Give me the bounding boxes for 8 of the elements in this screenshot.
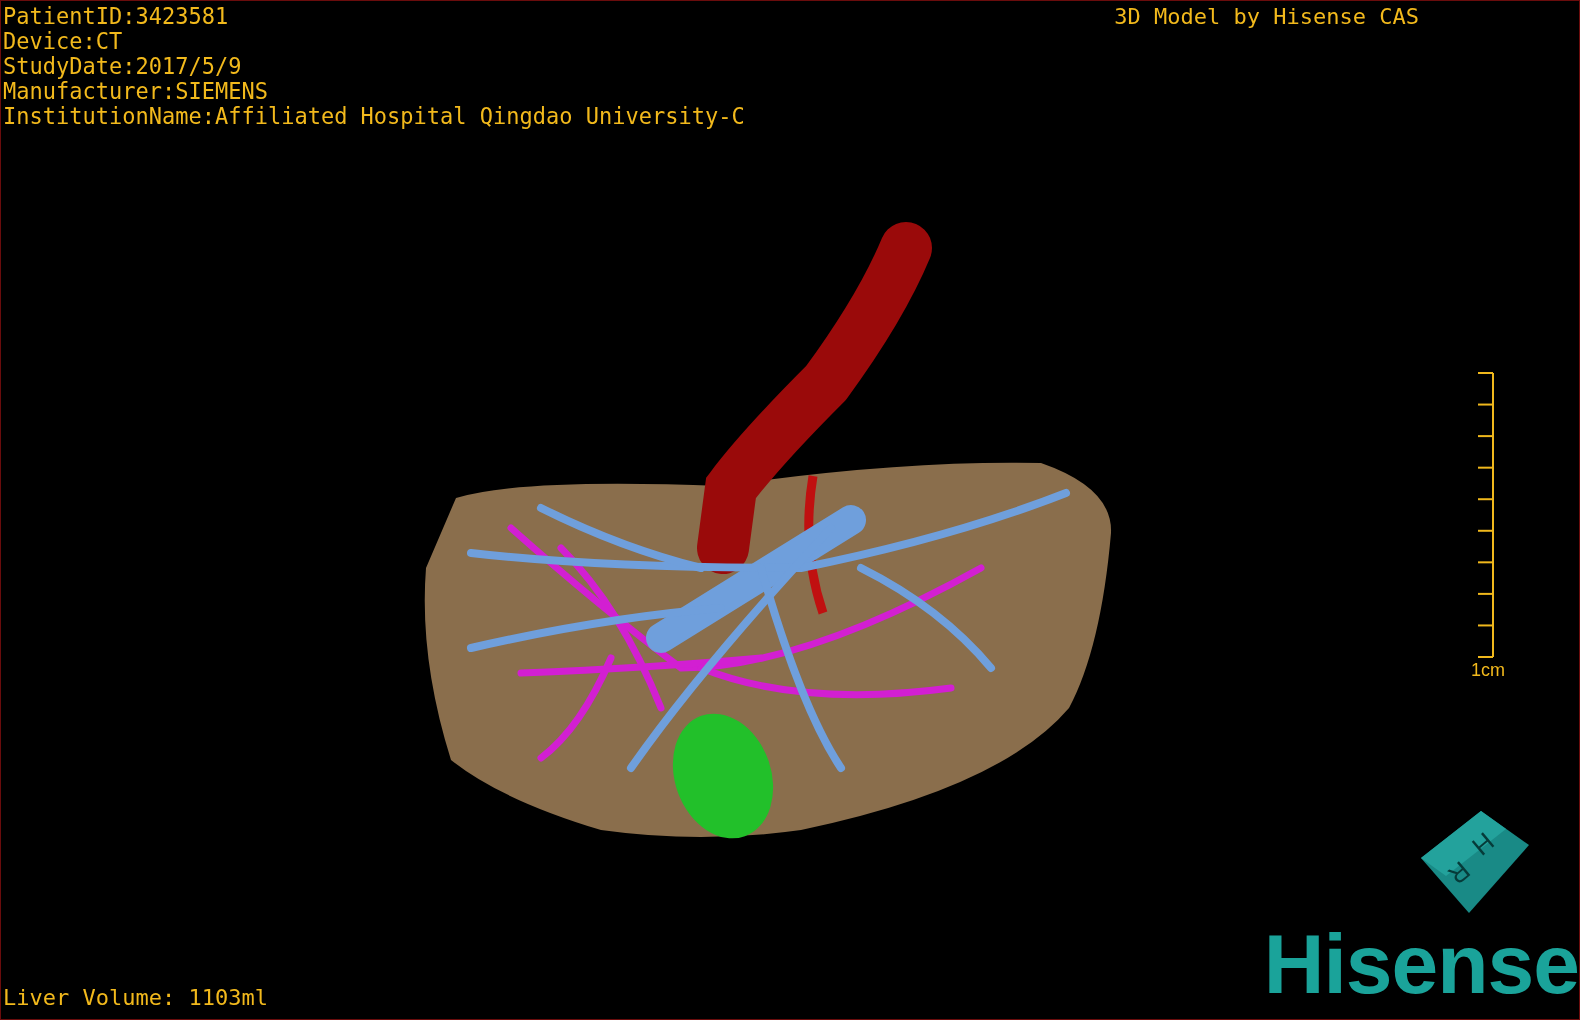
view-title: 3D Model by Hisense CAS [1114,3,1419,31]
study-info-text: Device:CT [3,27,124,54]
study-info-text: InstitutionName:Affiliated Hospital Qingdao University-C [3,102,745,129]
liver-volume-text: Liver Volume: 1103ml [3,985,268,1011]
study-info-text: StudyDate:2017/5/9 [3,52,243,79]
scale-label: 1cm [1471,660,1505,681]
study-info-text: PatientID:3423581 [3,2,230,29]
brand-logo: Hisense [1263,929,1579,999]
